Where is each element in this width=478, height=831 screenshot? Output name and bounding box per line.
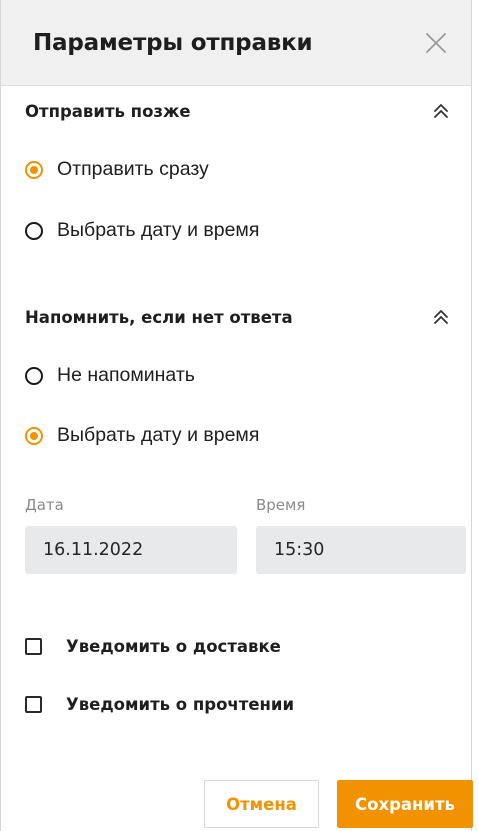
checkbox-unchecked [25,696,42,713]
delivery-notify-checkbox[interactable]: Уведомить о доставке [25,637,281,656]
checkbox-unchecked [25,638,42,655]
send-later-collapse-button[interactable] [429,99,453,123]
date-value: 16.11.2022 [43,540,144,560]
send-now-label: Отправить сразу [57,158,209,180]
chevron-double-up-icon [434,104,448,118]
radio-checked [25,426,43,445]
date-field[interactable]: 16.11.2022 [25,526,237,574]
send-later-section-title: Отправить позже [25,101,191,121]
remind-choose-datetime-radio[interactable]: Выбрать дату и время [25,424,259,447]
remind-choose-datetime-label: Выбрать дату и время [57,424,260,446]
panel-header: Параметры отправки [1,0,471,86]
radio-checked [25,160,43,179]
date-field-label: Дата [25,496,64,514]
read-notify-label: Уведомить о прочтении [66,695,295,714]
send-later-section-header: Отправить позже [25,99,453,123]
delivery-notify-label: Уведомить о доставке [66,637,281,656]
panel-title: Параметры отправки [33,29,313,56]
no-remind-label: Не напоминать [57,364,195,386]
close-icon [426,32,446,53]
close-button[interactable] [419,26,453,60]
remind-section-header: Напомнить, если нет ответа [25,305,453,329]
remind-section-title: Напомнить, если нет ответа [25,307,293,327]
send-options-panel: Параметры отправки Отправить позже Отпра… [0,0,473,831]
send-now-radio[interactable]: Отправить сразу [25,158,209,181]
send-choose-datetime-radio[interactable]: Выбрать дату и время [25,219,259,242]
time-value: 15:30 [274,540,325,560]
time-field[interactable]: 15:30 [256,526,466,574]
save-button[interactable]: Сохранить [337,780,473,828]
remind-collapse-button[interactable] [429,305,453,329]
cancel-button[interactable]: Отмена [204,780,319,828]
no-remind-radio[interactable]: Не напоминать [25,364,195,387]
send-choose-datetime-label: Выбрать дату и время [57,219,260,241]
chevron-double-up-icon [434,310,448,324]
radio-unchecked [25,366,43,385]
read-notify-checkbox[interactable]: Уведомить о прочтении [25,695,294,714]
radio-unchecked [25,221,43,240]
time-field-label: Время [256,496,306,514]
